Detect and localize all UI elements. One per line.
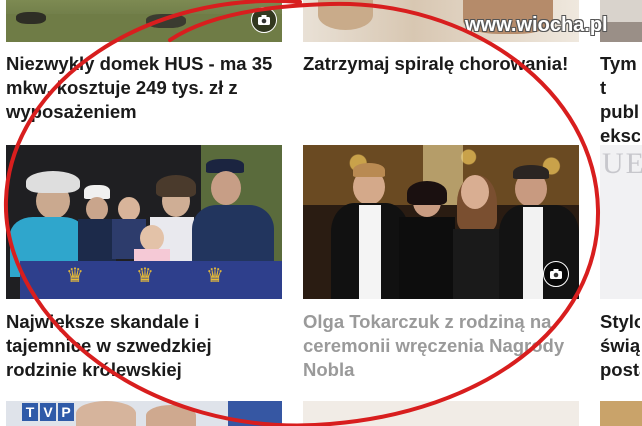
gallery-camera-icon xyxy=(543,261,569,287)
crown-icon: ♛ xyxy=(66,265,84,287)
article-6-title[interactable]: Stylo świąt posta xyxy=(600,310,640,382)
article-5-title[interactable]: Olga Tokarczuk z rodziną na ceremonii wr… xyxy=(303,310,573,382)
article-4-title[interactable]: Największe skandale i tajemnice w szwedz… xyxy=(6,310,246,382)
article-8-thumbnail[interactable] xyxy=(303,401,579,426)
tvp-logo: T V P xyxy=(22,403,74,421)
article-1-thumbnail[interactable] xyxy=(6,0,282,42)
crown-icon: ♛ xyxy=(136,265,154,287)
gallery-camera-icon xyxy=(251,7,277,33)
article-4-thumbnail[interactable]: ♛ ♛ ♛ xyxy=(6,145,282,299)
article-3-title[interactable]: Tym t publ eksc xyxy=(600,52,640,148)
article-7-thumbnail[interactable]: T V P xyxy=(6,401,282,426)
site-watermark: www.wiocha.pl xyxy=(465,14,608,36)
article-2-title[interactable]: Zatrzymaj spiralę chorowania! xyxy=(303,52,588,76)
article-5-thumbnail[interactable] xyxy=(303,145,579,299)
article-1-title[interactable]: Niezwykły domek HUS - ma 35 mkw, kosztuj… xyxy=(6,52,291,124)
article-9-thumbnail[interactable] xyxy=(600,401,642,426)
crown-icon: ♛ xyxy=(206,265,224,287)
article-6-thumbnail[interactable]: UE xyxy=(600,145,642,299)
partial-image-text: UE xyxy=(602,147,642,180)
